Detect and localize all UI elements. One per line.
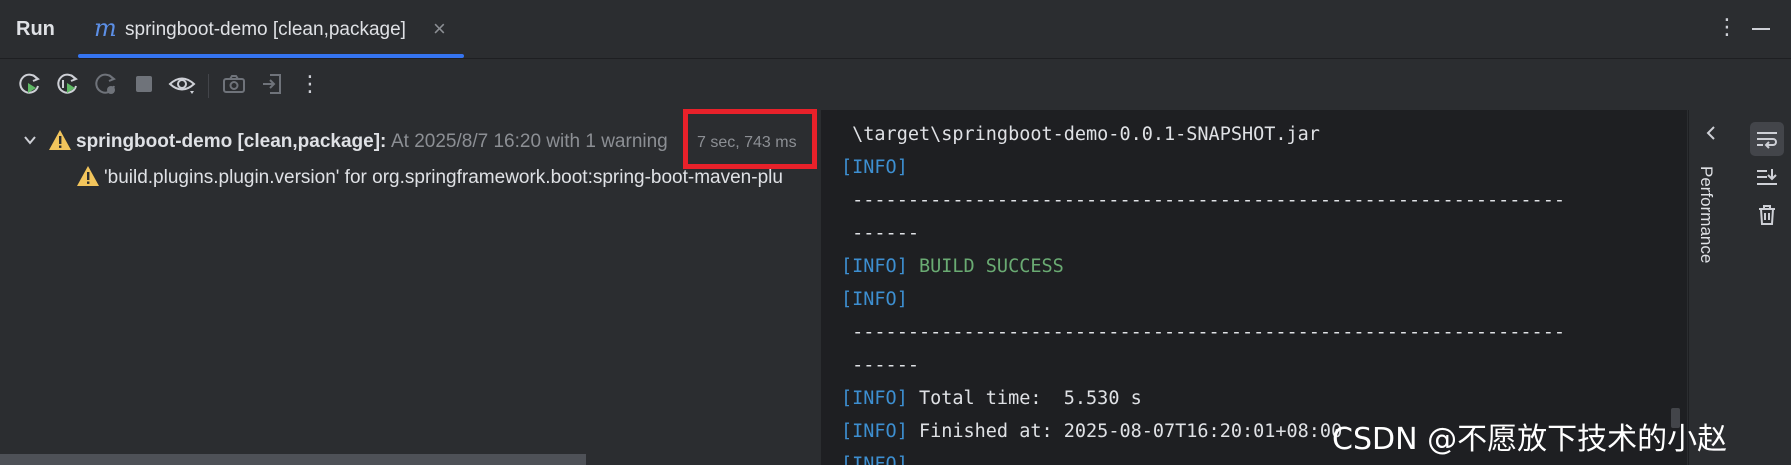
export-icon[interactable] (258, 70, 286, 98)
performance-panel (1688, 110, 1745, 465)
stop-icon[interactable] (130, 70, 158, 98)
console-line: [INFO] Total time: 5.530 s (841, 388, 1142, 409)
console-output[interactable]: \target\springboot-demo-0.0.1-SNAPSHOT.j… (823, 110, 1687, 465)
console-line: [INFO] (841, 289, 908, 310)
tab-springboot-demo[interactable]: m springboot-demo [clean,package] × (78, 0, 464, 58)
performance-tab-label[interactable]: Performance (1696, 166, 1716, 263)
close-icon[interactable]: × (433, 16, 446, 42)
console-line: ------ (841, 355, 919, 376)
more-vertical-icon[interactable]: ⋮ (296, 70, 324, 98)
horizontal-scrollbar[interactable] (0, 454, 586, 465)
camera-icon[interactable] (220, 70, 248, 98)
watermark-text: CSDN @不愿放下技术的小赵 (1332, 422, 1728, 457)
rerun-automatically-icon[interactable] (92, 70, 120, 98)
maven-m-icon: m (94, 14, 117, 42)
toolwindow-title: Run (16, 18, 55, 40)
project-name: springboot-demo [clean,package]: (76, 131, 387, 152)
console-line: ------ (841, 223, 919, 244)
kebab-icon[interactable]: ⋮ (1716, 14, 1738, 40)
eye-icon[interactable] (168, 70, 196, 98)
toolbar-separator (208, 74, 209, 98)
console-line: [INFO] (841, 157, 908, 178)
console-line: [INFO] (841, 454, 908, 465)
tab-label: springboot-demo [clean,package] (125, 19, 406, 40)
console-line: [INFO] BUILD SUCCESS (841, 256, 1064, 277)
warning-icon (48, 129, 72, 156)
warning-message: 'build.plugins.plugin.version' for org.s… (104, 167, 783, 188)
console-line: ----------------------------------------… (841, 322, 1565, 343)
console-line: [INFO] Finished at: 2025-08-07T16:20:01+… (841, 421, 1343, 442)
rerun-icon[interactable] (16, 70, 44, 98)
console-line: \target\springboot-demo-0.0.1-SNAPSHOT.j… (841, 124, 1320, 145)
soft-wrap-icon[interactable] (1750, 122, 1784, 156)
run-toolbar: ⋮ (0, 58, 820, 110)
warning-icon (76, 165, 100, 192)
chevron-down-icon[interactable] (22, 132, 38, 153)
minimize-icon[interactable] (1752, 28, 1770, 30)
rerun-failed-icon[interactable] (54, 70, 82, 98)
chevron-left-icon[interactable] (1703, 124, 1719, 147)
build-meta: At 2025/8/7 16:20 with 1 warning (391, 131, 668, 152)
console-line: ----------------------------------------… (841, 190, 1565, 211)
run-toolwindow-header: Run m springboot-demo [clean,package] × … (0, 0, 1791, 59)
duration-highlight-box (683, 109, 817, 169)
scroll-to-end-icon[interactable] (1750, 160, 1784, 194)
trash-icon[interactable] (1750, 198, 1784, 232)
